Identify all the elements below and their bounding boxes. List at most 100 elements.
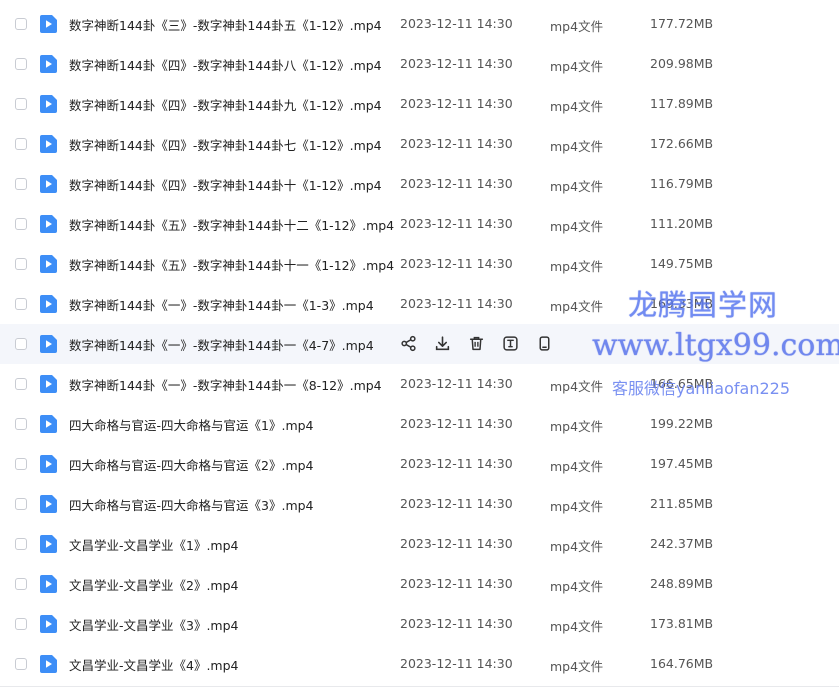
delete-icon[interactable] [468,335,485,353]
file-modified-time: 2023-12-11 14:30 [400,576,513,591]
row-checkbox[interactable] [15,498,27,510]
row-checkbox[interactable] [15,218,27,230]
file-row[interactable]: 文昌学业-文昌学业《2》.mp4 2023-12-11 14:30 mp4文件 248… [0,564,839,604]
video-file-icon [40,575,57,593]
file-name[interactable]: 数字神断144卦《四》-数字神卦144卦十《1-12》.mp4 [69,175,382,194]
file-type: mp4文件 [550,579,604,594]
file-modified-time: 2023-12-11 14:30 [400,56,513,71]
file-type: mp4文件 [550,99,604,114]
file-row[interactable]: 数字神断144卦《五》-数字神卦144卦十二《1-12》.mp4 2023-12-… [0,204,839,244]
file-row[interactable]: 四大命格与官运-四大命格与官运《2》.mp4 2023-12-11 14:30 mp… [0,444,839,484]
row-checkbox[interactable] [15,418,27,430]
file-name[interactable]: 四大命格与官运-四大命格与官运《1》.mp4 [69,415,314,434]
video-file-icon [40,535,57,553]
row-checkbox[interactable] [15,578,27,590]
file-type: mp4文件 [550,59,604,74]
download-icon[interactable] [434,335,451,353]
row-checkbox[interactable] [15,58,27,70]
row-checkbox[interactable] [15,98,27,110]
file-row[interactable]: 四大命格与官运-四大命格与官运《3》.mp4 2023-12-11 14:30 mp… [0,484,839,524]
file-row[interactable]: 数字神断144卦《四》-数字神卦144卦七《1-12》.mp4 2023-12-1… [0,124,839,164]
row-checkbox[interactable] [15,618,27,630]
row-checkbox[interactable] [15,18,27,30]
video-file-icon [40,255,57,273]
row-checkbox[interactable] [15,378,27,390]
file-name[interactable]: 数字神断144卦《四》-数字神卦144卦九《1-12》.mp4 [69,95,382,114]
file-row[interactable]: 数字神断144卦《一》-数字神卦144卦一《8-12》.mp4 2023-12-1… [0,364,839,404]
video-file-icon [40,15,57,33]
file-modified-time: 2023-12-11 14:30 [400,256,513,271]
file-name[interactable]: 文昌学业-文昌学业《1》.mp4 [69,535,239,554]
file-name[interactable]: 四大命格与官运-四大命格与官运《2》.mp4 [69,455,314,474]
list-bottom-divider [0,686,839,687]
file-modified-time: 2023-12-11 14:30 [400,536,513,551]
file-row[interactable]: 数字神断144卦《一》-数字神卦144卦一《1-3》.mp4 2023-12-11… [0,284,839,324]
row-checkbox[interactable] [15,178,27,190]
file-size: 164.76MB [650,656,714,671]
row-checkbox[interactable] [15,538,27,550]
file-modified-time: 2023-12-11 14:30 [400,496,513,511]
file-modified-time: 2023-12-11 14:30 [400,16,513,31]
video-file-icon [40,135,57,153]
rename-icon[interactable] [502,335,519,353]
file-row[interactable]: 数字神断144卦《五》-数字神卦144卦十一《1-12》.mp4 2023-12-… [0,244,839,284]
file-type: mp4文件 [550,539,604,554]
video-file-icon [40,55,57,73]
file-name[interactable]: 数字神断144卦《四》-数字神卦144卦七《1-12》.mp4 [69,135,382,154]
file-row[interactable]: 数字神断144卦《一》-数字神卦144卦一《4-7》.mp4 [0,324,839,364]
video-file-icon [40,175,57,193]
video-file-icon [40,375,57,393]
file-row[interactable]: 文昌学业-文昌学业《3》.mp4 2023-12-11 14:30 mp4文件 173… [0,604,839,644]
file-size: 173.81MB [650,616,714,631]
file-row[interactable]: 文昌学业-文昌学业《4》.mp4 2023-12-11 14:30 mp4文件 164… [0,644,839,684]
file-name[interactable]: 数字神断144卦《五》-数字神卦144卦十一《1-12》.mp4 [69,255,394,274]
file-row[interactable]: 文昌学业-文昌学业《1》.mp4 2023-12-11 14:30 mp4文件 242… [0,524,839,564]
file-modified-time: 2023-12-11 14:30 [400,376,513,391]
file-name[interactable]: 文昌学业-文昌学业《4》.mp4 [69,655,239,674]
file-row[interactable]: 数字神断144卦《四》-数字神卦144卦八《1-12》.mp4 2023-12-1… [0,44,839,84]
row-actions [400,335,553,353]
file-name[interactable]: 数字神断144卦《一》-数字神卦144卦一《4-7》.mp4 [69,335,374,354]
file-name[interactable]: 文昌学业-文昌学业《2》.mp4 [69,575,239,594]
video-file-icon [40,335,57,353]
row-checkbox[interactable] [15,138,27,150]
file-size: 111.20MB [650,216,714,231]
file-size: 199.22MB [650,416,714,431]
file-size: 209.98MB [650,56,714,71]
file-name[interactable]: 文昌学业-文昌学业《3》.mp4 [69,615,239,634]
file-size: 169.33MB [650,296,714,311]
row-checkbox[interactable] [15,458,27,470]
row-checkbox[interactable] [15,658,27,670]
file-size: 211.85MB [650,496,714,511]
file-modified-time: 2023-12-11 14:30 [400,176,513,191]
file-modified-time: 2023-12-11 14:30 [400,416,513,431]
file-type: mp4文件 [550,419,604,434]
file-type: mp4文件 [550,139,604,154]
file-name[interactable]: 数字神断144卦《三》-数字神卦144卦五《1-12》.mp4 [69,15,382,34]
file-row[interactable]: 数字神断144卦《四》-数字神卦144卦九《1-12》.mp4 2023-12-1… [0,84,839,124]
file-type: mp4文件 [550,259,604,274]
file-type: mp4文件 [550,499,604,514]
file-name[interactable]: 四大命格与官运-四大命格与官运《3》.mp4 [69,495,314,514]
file-modified-time: 2023-12-11 14:30 [400,136,513,151]
row-checkbox[interactable] [15,258,27,270]
file-list: 数字神断144卦《三》-数字神卦144卦五《1-12》.mp4 2023-12-1… [0,4,839,684]
file-name[interactable]: 数字神断144卦《五》-数字神卦144卦十二《1-12》.mp4 [69,215,394,234]
video-file-icon [40,455,57,473]
file-row[interactable]: 数字神断144卦《三》-数字神卦144卦五《1-12》.mp4 2023-12-1… [0,4,839,44]
video-file-icon [40,295,57,313]
file-size: 248.89MB [650,576,714,591]
file-name[interactable]: 数字神断144卦《一》-数字神卦144卦一《8-12》.mp4 [69,375,382,394]
file-size: 177.72MB [650,16,714,31]
row-checkbox[interactable] [15,298,27,310]
file-name[interactable]: 数字神断144卦《四》-数字神卦144卦八《1-12》.mp4 [69,55,382,74]
file-name[interactable]: 数字神断144卦《一》-数字神卦144卦一《1-3》.mp4 [69,295,374,314]
file-row[interactable]: 四大命格与官运-四大命格与官运《1》.mp4 2023-12-11 14:30 mp… [0,404,839,444]
file-modified-time: 2023-12-11 14:30 [400,96,513,111]
file-row[interactable]: 数字神断144卦《四》-数字神卦144卦十《1-12》.mp4 2023-12-1… [0,164,839,204]
copy-icon[interactable] [536,335,553,353]
row-checkbox[interactable] [15,338,27,350]
file-modified-time: 2023-12-11 14:30 [400,656,513,671]
share-icon[interactable] [400,335,417,353]
file-type: mp4文件 [550,379,604,394]
